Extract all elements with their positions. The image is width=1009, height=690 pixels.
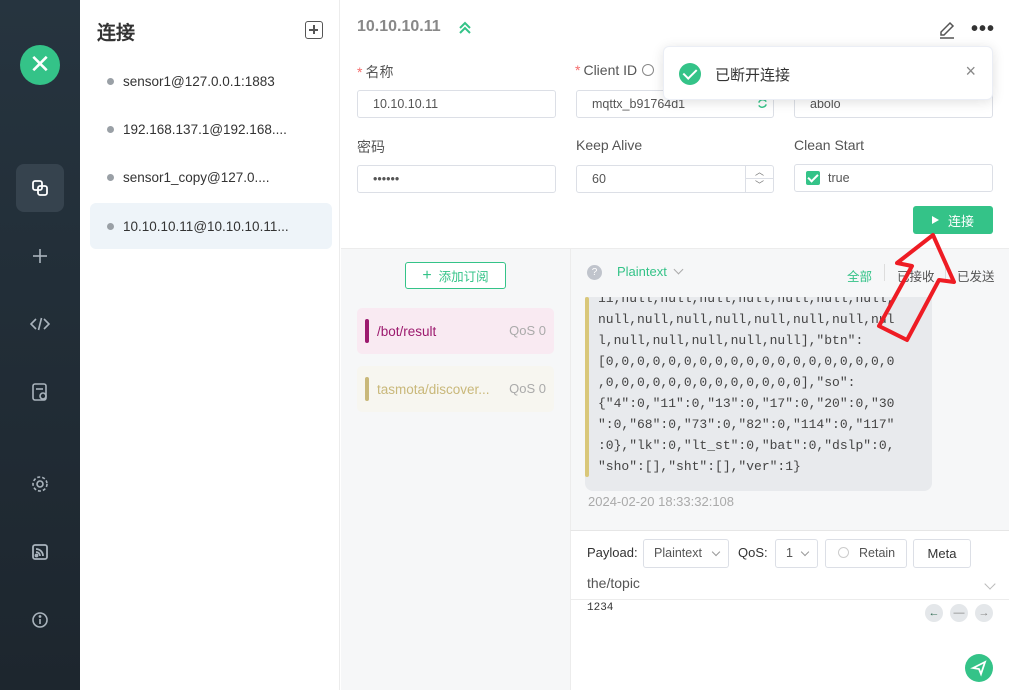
topic-divider: [571, 599, 1009, 600]
connection-item[interactable]: sensor1_copy@127.0....: [90, 154, 332, 200]
add-subscription-button[interactable]: + 添加订阅: [405, 262, 506, 289]
new-connection-icon[interactable]: [305, 21, 323, 39]
publish-panel: Payload: Plaintext QoS: 1 Retain Meta th…: [570, 530, 1009, 690]
gear-icon[interactable]: [16, 460, 64, 508]
toast-message: 已断开连接: [715, 67, 791, 84]
clean-start-label: Clean Start: [794, 137, 865, 153]
name-input[interactable]: 10.10.10.11: [357, 90, 556, 118]
rss-icon[interactable]: [16, 528, 64, 576]
meta-button[interactable]: Meta: [913, 539, 971, 568]
qos-label: QoS:: [738, 545, 768, 560]
connection-list: 连接 sensor1@127.0.0.1:1883 192.168.137.1@…: [80, 0, 340, 690]
filter-all[interactable]: 全部: [847, 266, 872, 285]
filter-divider: [945, 264, 946, 281]
connection-item[interactable]: sensor1@127.0.0.1:1883: [90, 58, 332, 104]
subscription-qos: QoS 0: [509, 323, 546, 338]
left-rail: ✕: [0, 0, 80, 690]
message-toolbar: ? Plaintext 全部 已接收 已发送: [571, 249, 1009, 297]
help-icon[interactable]: ?: [587, 265, 602, 280]
client-id-label: * Client ID: [575, 62, 655, 78]
subscription-color-bar: [365, 319, 369, 343]
connection-item-active[interactable]: 10.10.10.11@10.10.10.11...: [90, 203, 332, 249]
message-panel: ? Plaintext 全部 已接收 已发送 11,null,null,null…: [570, 248, 1009, 530]
format-select[interactable]: Plaintext: [617, 264, 684, 279]
chevron-down-icon: [673, 264, 684, 275]
clean-start-value: true: [828, 171, 850, 185]
subscription-topic: tasmota/discover...: [377, 381, 490, 397]
plus-icon[interactable]: [16, 232, 64, 280]
collapse-up-icon[interactable]: [457, 20, 473, 36]
keepalive-stepper[interactable]: ︿ ﹀: [745, 166, 773, 192]
message-body: 11,null,null,null,null,null,null,null, n…: [598, 297, 895, 474]
connections-title: 连接: [97, 23, 136, 44]
disconnect-toast: 已断开连接 ×: [663, 46, 993, 100]
subscription-topic: /bot/result: [377, 323, 437, 339]
subscription-qos: QoS 0: [509, 381, 546, 396]
edit-icon[interactable]: [937, 20, 957, 40]
log-icon[interactable]: [16, 368, 64, 416]
chevron-down-icon[interactable]: ﹀: [746, 179, 773, 192]
send-button[interactable]: [965, 654, 993, 682]
chevron-down-icon: [711, 547, 721, 557]
message-bubble: 11,null,null,null,null,null,null,null, n…: [585, 297, 932, 491]
play-icon: [931, 216, 939, 224]
keepalive-value: 60: [592, 172, 606, 186]
plus-icon: +: [422, 266, 432, 284]
connection-item[interactable]: 192.168.137.1@192.168....: [90, 106, 332, 152]
connection-config: 10.10.10.11 ••• * 名称 10.10.10.11 * Client …: [341, 0, 1009, 248]
close-icon[interactable]: ×: [965, 61, 976, 82]
arrow-left-icon[interactable]: ←: [925, 604, 943, 622]
message-timestamp: 2024-02-20 18:33:32:108: [588, 494, 735, 509]
payload-format-select[interactable]: Plaintext: [643, 539, 729, 568]
filter-received[interactable]: 已接收: [897, 266, 935, 285]
message-color-bar: [585, 297, 589, 477]
mqttx-logo: ✕: [20, 45, 60, 85]
name-label: * 名称: [357, 64, 394, 80]
clean-start-select[interactable]: true: [794, 164, 993, 192]
subscription-item[interactable]: /bot/result QoS 0: [357, 308, 554, 354]
subscriptions-panel: + 添加订阅 /bot/result QoS 0 tasmota/discover…: [341, 248, 570, 690]
minus-icon[interactable]: —: [950, 604, 968, 622]
keepalive-input[interactable]: 60 ︿ ﹀: [576, 165, 774, 193]
clean-start-checkbox[interactable]: [806, 171, 820, 185]
keepalive-label: Keep Alive: [576, 137, 643, 153]
chevron-down-icon[interactable]: [984, 578, 996, 590]
more-icon[interactable]: •••: [971, 18, 995, 41]
code-icon[interactable]: [16, 300, 64, 348]
connections-icon[interactable]: [16, 164, 64, 212]
chevron-up-icon[interactable]: ︿: [746, 166, 773, 179]
qos-select[interactable]: 1: [775, 539, 818, 568]
filter-divider: [884, 264, 885, 281]
topic-input[interactable]: the/topic: [587, 575, 640, 591]
connect-button[interactable]: 连接: [913, 206, 993, 234]
clock-icon: [642, 64, 655, 76]
retain-radio[interactable]: [838, 547, 849, 558]
filter-sent[interactable]: 已发送: [957, 266, 995, 285]
connection-host-title: 10.10.10.11: [357, 18, 441, 35]
payload-input[interactable]: 1234: [587, 602, 613, 614]
send-icon: [970, 660, 987, 677]
success-icon: [679, 63, 701, 85]
subscription-item[interactable]: tasmota/discover... QoS 0: [357, 366, 554, 412]
retain-toggle[interactable]: Retain: [825, 539, 907, 568]
subscription-color-bar: [365, 377, 369, 401]
payload-label: Payload:: [587, 545, 638, 560]
chevron-down-icon: [800, 547, 810, 557]
arrow-right-icon[interactable]: →: [975, 604, 993, 622]
password-label: 密码: [357, 139, 385, 155]
info-icon[interactable]: [16, 596, 64, 644]
password-input[interactable]: ••••••: [357, 165, 556, 193]
